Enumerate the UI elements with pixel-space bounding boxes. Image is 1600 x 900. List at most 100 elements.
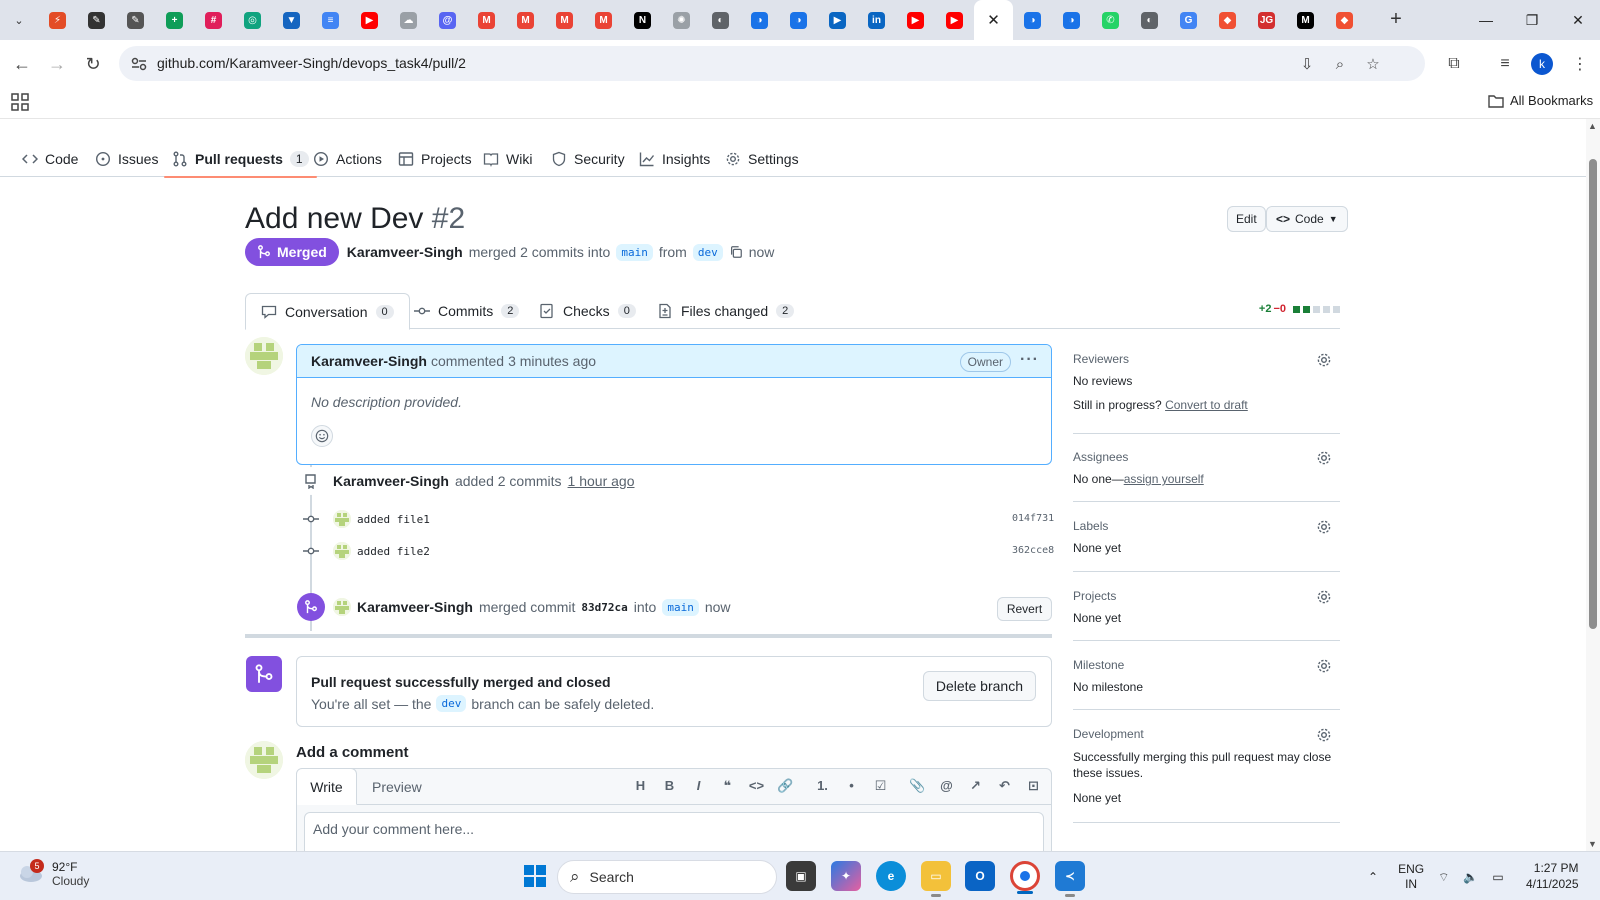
tab-commits[interactable]: Commits 2 bbox=[414, 293, 520, 329]
close-tab-icon[interactable]: ✕ bbox=[987, 11, 1000, 29]
apps-grid-icon[interactable] bbox=[11, 93, 29, 111]
avatar[interactable] bbox=[245, 337, 283, 375]
labels-title[interactable]: Labels bbox=[1073, 519, 1340, 533]
commits-event-author[interactable]: Karamveer-Singh bbox=[333, 473, 449, 489]
tab-projects[interactable]: Projects bbox=[398, 141, 472, 177]
copy-icon[interactable] bbox=[729, 245, 743, 259]
avatar[interactable] bbox=[333, 510, 351, 528]
head-branch[interactable]: dev bbox=[692, 243, 723, 261]
tab-settings[interactable]: Settings bbox=[725, 141, 799, 177]
windows-start-icon[interactable] bbox=[520, 861, 550, 891]
slash-command-icon[interactable]: ⊡ bbox=[1024, 778, 1043, 794]
tab-issues[interactable]: Issues bbox=[95, 141, 158, 177]
page-scrollbar[interactable]: ▲ ▼ bbox=[1586, 119, 1600, 851]
browser-tab[interactable]: ✕ bbox=[974, 0, 1013, 40]
browser-tab[interactable]: ▼ bbox=[272, 0, 311, 40]
tab-write[interactable]: Write bbox=[297, 769, 357, 805]
chrome-menu-icon[interactable]: ⋮ bbox=[1568, 52, 1592, 76]
battery-icon[interactable]: ▭ bbox=[1492, 870, 1503, 884]
commit-sha[interactable]: 014f731 bbox=[1012, 513, 1054, 524]
browser-tab[interactable]: JG bbox=[1247, 0, 1286, 40]
assignees-title[interactable]: Assignees bbox=[1073, 450, 1340, 464]
undo-icon[interactable]: ↶ bbox=[995, 778, 1014, 794]
convert-to-draft-link[interactable]: Convert to draft bbox=[1165, 398, 1248, 412]
gear-icon[interactable] bbox=[1316, 519, 1332, 535]
browser-tab[interactable]: ◑ bbox=[740, 0, 779, 40]
edit-button[interactable]: Edit bbox=[1227, 206, 1266, 232]
code-icon[interactable]: <> bbox=[747, 778, 766, 794]
gear-icon[interactable] bbox=[1316, 727, 1332, 743]
browser-tab[interactable]: ☁ bbox=[389, 0, 428, 40]
gear-icon[interactable] bbox=[1316, 450, 1332, 466]
browser-tab[interactable]: M bbox=[1286, 0, 1325, 40]
browser-tab[interactable]: ◑ bbox=[1013, 0, 1052, 40]
browser-tab[interactable]: ≡ bbox=[311, 0, 350, 40]
avatar[interactable] bbox=[245, 741, 283, 779]
chrome-icon[interactable] bbox=[1010, 861, 1040, 894]
browser-tab[interactable]: G bbox=[1169, 0, 1208, 40]
tab-actions[interactable]: Actions bbox=[313, 141, 382, 177]
diffstat[interactable]: +2 −0 bbox=[1259, 303, 1340, 315]
ordered-list-icon[interactable]: 1. bbox=[813, 778, 832, 794]
browser-tab[interactable]: ✺ bbox=[662, 0, 701, 40]
browser-tab[interactable]: ◑ bbox=[779, 0, 818, 40]
pr-author-link[interactable]: Karamveer-Singh bbox=[347, 244, 463, 260]
browser-tab[interactable]: M bbox=[506, 0, 545, 40]
comment-input[interactable] bbox=[304, 812, 1044, 851]
browser-tab[interactable]: ▶ bbox=[896, 0, 935, 40]
browser-tab[interactable]: ▶ bbox=[935, 0, 974, 40]
bold-icon[interactable]: B bbox=[660, 778, 679, 794]
clock[interactable]: 1:27 PM 4/11/2025 bbox=[1526, 860, 1579, 892]
milestone-title[interactable]: Milestone bbox=[1073, 658, 1340, 672]
gear-icon[interactable] bbox=[1316, 658, 1332, 674]
assign-yourself-link[interactable]: assign yourself bbox=[1124, 472, 1204, 486]
tab-search-button[interactable]: ⌄ bbox=[6, 8, 32, 32]
italic-icon[interactable]: I bbox=[689, 778, 708, 794]
development-title[interactable]: Development bbox=[1073, 727, 1340, 741]
install-app-icon[interactable]: ⇩ bbox=[1297, 54, 1317, 74]
avatar[interactable] bbox=[333, 598, 351, 616]
browser-tab[interactable]: ✎ bbox=[116, 0, 155, 40]
merge-base-branch[interactable]: main bbox=[662, 598, 699, 616]
tab-wiki[interactable]: Wiki bbox=[483, 141, 532, 177]
back-button[interactable]: ← bbox=[10, 52, 34, 76]
browser-tab[interactable]: ◐ bbox=[701, 0, 740, 40]
commits-event-time[interactable]: 1 hour ago bbox=[568, 473, 635, 489]
attach-icon[interactable]: 📎 bbox=[908, 778, 927, 794]
task-list-icon[interactable]: ☑ bbox=[871, 778, 890, 794]
revert-button[interactable]: Revert bbox=[997, 597, 1052, 621]
comment-time[interactable]: 3 minutes ago bbox=[508, 353, 596, 369]
commit-sha[interactable]: 362cce8 bbox=[1012, 545, 1054, 556]
weather-widget[interactable]: 5 92°F Cloudy bbox=[16, 859, 89, 888]
browser-tab[interactable]: + bbox=[155, 0, 194, 40]
url-text[interactable]: github.com/Karamveer-Singh/devops_task4/… bbox=[157, 55, 466, 71]
reload-button[interactable]: ↻ bbox=[81, 52, 105, 76]
reviewers-title[interactable]: Reviewers bbox=[1073, 352, 1340, 366]
kebab-menu-icon[interactable]: ··· bbox=[1020, 351, 1039, 369]
mention-icon[interactable]: @ bbox=[937, 778, 956, 794]
add-reaction-button[interactable] bbox=[311, 425, 333, 447]
browser-tab[interactable]: @ bbox=[428, 0, 467, 40]
heading-icon[interactable]: H bbox=[631, 778, 650, 794]
tab-code[interactable]: Code bbox=[22, 141, 78, 177]
all-bookmarks-button[interactable]: All Bookmarks bbox=[1488, 93, 1593, 108]
scroll-up-icon[interactable]: ▲ bbox=[1588, 121, 1597, 131]
extensions-icon[interactable]: ⧉ bbox=[1442, 52, 1466, 76]
file-explorer-icon[interactable]: ▭ bbox=[921, 861, 951, 897]
copilot-icon[interactable]: ✦ bbox=[831, 861, 861, 891]
zoom-icon[interactable]: ⌕ bbox=[1330, 54, 1350, 74]
browser-tab[interactable]: M bbox=[545, 0, 584, 40]
gear-icon[interactable] bbox=[1316, 589, 1332, 605]
tab-preview[interactable]: Preview bbox=[372, 779, 422, 795]
browser-tab[interactable]: ◑ bbox=[1052, 0, 1091, 40]
browser-tab[interactable]: in bbox=[857, 0, 896, 40]
browser-tab[interactable]: ◆ bbox=[1208, 0, 1247, 40]
browser-tab[interactable]: M bbox=[584, 0, 623, 40]
minimize-button[interactable]: — bbox=[1463, 0, 1509, 40]
task-view-icon[interactable]: ▣ bbox=[786, 861, 816, 891]
media-controls-icon[interactable]: ≡ bbox=[1493, 52, 1517, 76]
tab-pull-requests[interactable]: Pull requests 1 bbox=[164, 141, 317, 178]
close-window-button[interactable]: ✕ bbox=[1555, 0, 1600, 40]
projects-title[interactable]: Projects bbox=[1073, 589, 1340, 603]
browser-tab[interactable]: ▶ bbox=[818, 0, 857, 40]
